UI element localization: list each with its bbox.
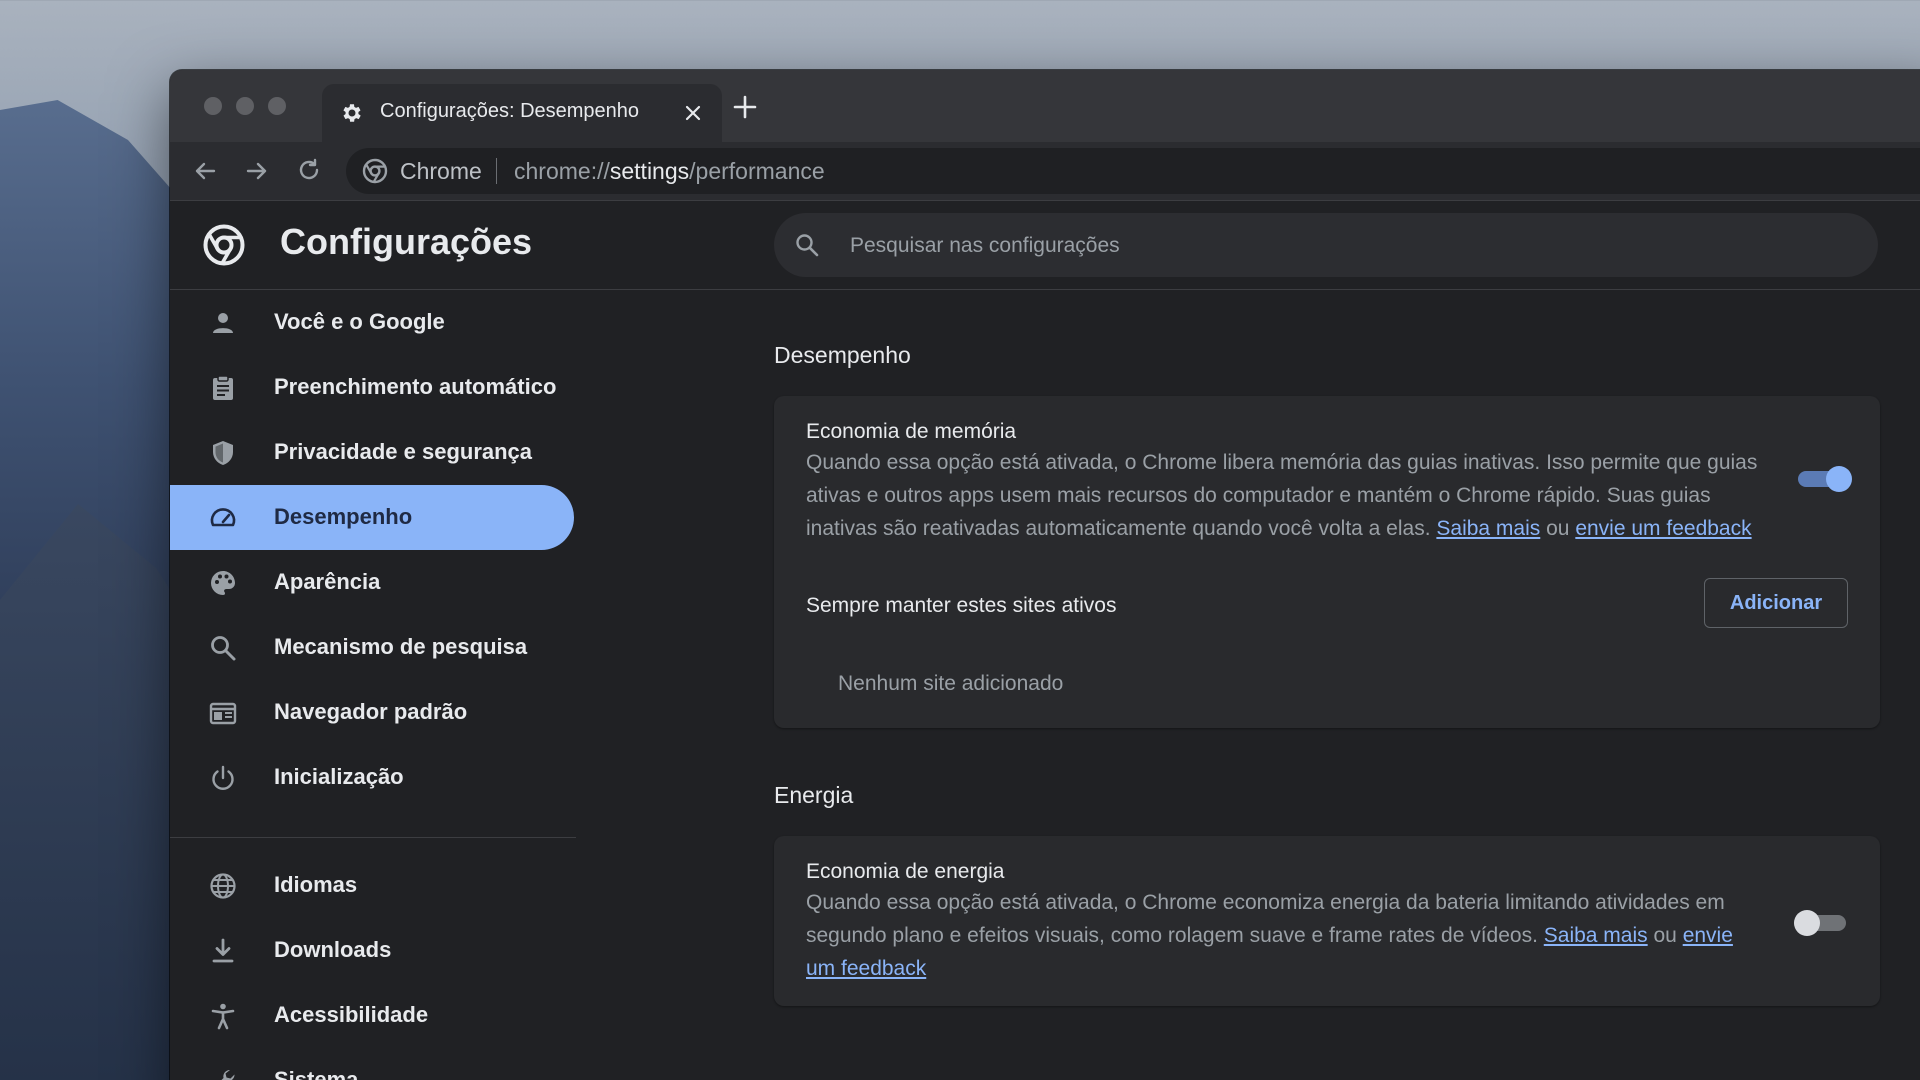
tab-strip: Configurações: Desempenho [170, 70, 1920, 142]
omnibox-separator [496, 158, 497, 184]
memory-saver-title: Economia de memória [806, 420, 1017, 443]
toggle-knob [1826, 466, 1852, 492]
reload-icon[interactable] [294, 156, 324, 186]
sidebar-item-system[interactable]: Sistema [170, 1048, 574, 1080]
sidebar-item-privacy[interactable]: Privacidade e segurança [170, 420, 574, 485]
globe-icon [210, 873, 236, 899]
search-input[interactable] [848, 227, 1832, 265]
person-icon [213, 313, 233, 333]
add-site-button[interactable]: Adicionar [1704, 578, 1848, 628]
sidebar-item-label: Aparência [274, 569, 381, 594]
tab-title: Configurações: Desempenho [380, 100, 640, 122]
sidebar-item-accessibility[interactable]: Acessibilidade [170, 983, 574, 1048]
sidebar-item-search-engine[interactable]: Mecanismo de pesquisa [170, 615, 574, 680]
search-icon [211, 636, 236, 661]
sidebar-item-label: Downloads [274, 937, 392, 962]
sidebar-item-startup[interactable]: Inicialização [170, 745, 574, 810]
energy-saver-title: Economia de energia [806, 860, 1005, 883]
wrench-icon [221, 1069, 235, 1080]
sidebar-item-label: Preenchimento automático [274, 374, 557, 399]
always-active-sites-title: Sempre manter estes sites ativos [806, 594, 1117, 617]
clipboard-icon [213, 375, 233, 400]
energy-saver-learn-more-link[interactable]: Saiba mais [1544, 924, 1648, 947]
shield-icon [213, 441, 233, 465]
chrome-logo-icon [203, 224, 245, 266]
sidebar-item-label: Desempenho [274, 504, 413, 529]
sidebar-item-label: Sistema [274, 1067, 359, 1080]
back-arrow-icon[interactable] [190, 156, 220, 186]
download-icon [212, 938, 234, 963]
new-tab-plus-icon[interactable] [732, 94, 758, 120]
window-zoom-control[interactable] [268, 97, 286, 115]
window-minimize-control[interactable] [236, 97, 254, 115]
section-title-performance: Desempenho [774, 342, 911, 368]
memory-saver-toggle[interactable] [1798, 466, 1852, 492]
sidebar-item-label: Privacidade e segurança [274, 439, 533, 464]
sidebar-item-you-and-google[interactable]: Você e o Google [170, 290, 574, 355]
search-icon [796, 234, 819, 257]
sidebar-item-label: Você e o Google [274, 309, 445, 334]
section-title-energy: Energia [774, 782, 854, 808]
energy-saver-description: Quando essa opção está ativada, o Chrome… [806, 891, 1733, 980]
energy-saver-toggle[interactable] [1794, 910, 1846, 936]
sidebar-item-default-browser[interactable]: Navegador padrão [170, 680, 574, 745]
window-close-control[interactable] [204, 97, 222, 115]
address-bar[interactable]: Chrome chrome://settings/performance [346, 148, 1920, 194]
memory-saver-learn-more-link[interactable]: Saiba mais [1436, 517, 1540, 540]
forward-arrow-icon[interactable] [242, 156, 272, 186]
sidebar-item-downloads[interactable]: Downloads [170, 918, 574, 983]
sidebar-item-autofill[interactable]: Preenchimento automático [170, 355, 574, 420]
tab-settings-performance[interactable]: Configurações: Desempenho [322, 84, 722, 142]
energy-card: Economia de energia Quando essa opção es… [774, 836, 1880, 1006]
sidebar-item-appearance[interactable]: Aparência [170, 550, 574, 615]
palette-icon [211, 571, 235, 595]
sidebar-item-languages[interactable]: Idiomas [170, 853, 574, 918]
chrome-logo-icon [362, 158, 388, 184]
power-icon [212, 765, 234, 790]
sidebar-item-label: Idiomas [274, 872, 358, 897]
page-title: Configurações [280, 221, 533, 262]
sidebar-item-label: Acessibilidade [274, 1002, 429, 1027]
speedometer-icon [210, 508, 236, 527]
sidebar-item-label: Inicialização [274, 764, 404, 789]
settings-header: Configurações [170, 201, 1920, 290]
memory-saver-feedback-link[interactable]: envie um feedback [1575, 517, 1751, 540]
sidebar-divider [170, 837, 576, 838]
accessibility-icon [211, 1003, 235, 1030]
sidebar-item-label: Mecanismo de pesquisa [274, 634, 528, 659]
url-text[interactable]: chrome://settings/performance [514, 158, 825, 185]
browser-toolbar: Chrome chrome://settings/performance [170, 142, 1920, 201]
settings-sidebar: Você e o Google Preenchimento automático… [170, 290, 580, 1080]
close-icon[interactable] [682, 102, 704, 124]
browser-window: Configurações: Desempenho Chrome chrome:… [170, 70, 1920, 1080]
no-sites-text: Nenhum site adicionado [838, 672, 1064, 695]
toggle-knob [1794, 910, 1820, 936]
sidebar-item-performance[interactable]: Desempenho [170, 485, 574, 550]
gear-icon [343, 104, 361, 122]
settings-search-box[interactable] [774, 213, 1878, 277]
performance-card: Economia de memória Quando essa opção es… [774, 396, 1880, 728]
browser-window-icon [209, 702, 237, 725]
sidebar-item-label: Navegador padrão [274, 699, 468, 724]
site-chip-label: Chrome [400, 158, 482, 184]
memory-saver-description: Quando essa opção está ativada, o Chrome… [806, 451, 1758, 540]
